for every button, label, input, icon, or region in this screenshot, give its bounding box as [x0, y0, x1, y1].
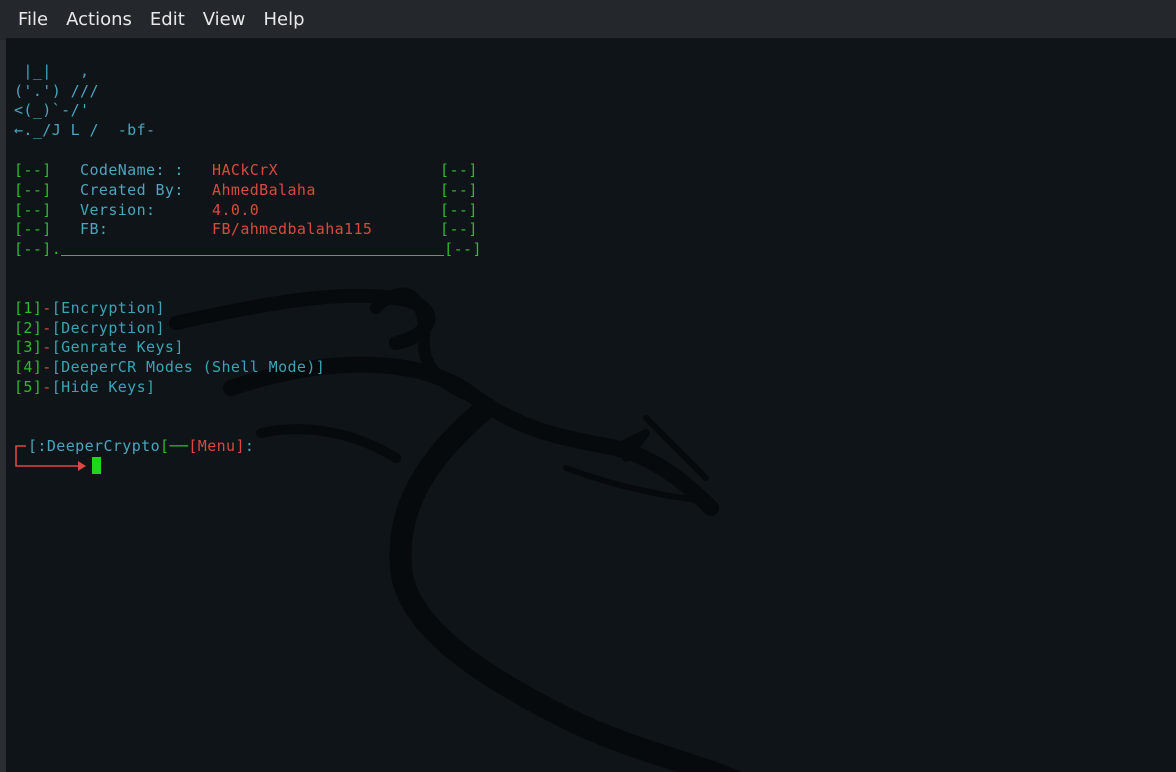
info-row: [--] CodeName: : HACkCrX [--] — [14, 161, 478, 179]
info-value: FB/ahmedbalaha115 — [212, 220, 373, 238]
menu-option-3: [3]-[Genrate Keys] — [14, 338, 184, 356]
ascii-art-line: <(_)`-/' — [14, 101, 90, 119]
menu-file[interactable]: File — [0, 0, 57, 40]
info-row-divider: [--]. [--] — [14, 240, 482, 258]
info-row: [--] Created By: AhmedBalaha [--] — [14, 181, 478, 199]
terminal[interactable]: |_| , ('.') /// <(_)`-/' ←._/J L / -bf- … — [6, 38, 1176, 772]
menu-option-5: [5]-[Hide Keys] — [14, 378, 156, 396]
ascii-art-line: ←._/J L / -bf- — [14, 121, 156, 139]
terminal-cursor[interactable] — [92, 457, 101, 474]
info-row: [--] FB: FB/ahmedbalaha115 [--] — [14, 220, 478, 238]
prompt-menu: [Menu] — [188, 437, 245, 455]
ascii-art-line: |_| , — [14, 62, 90, 80]
divider-line — [61, 254, 445, 256]
terminal-output: |_| , ('.') /// <(_)`-/' ←._/J L / -bf- … — [6, 38, 1176, 772]
ascii-art-line: ('.') /// — [14, 82, 99, 100]
info-label: FB: — [80, 220, 109, 238]
menu-actions[interactable]: Actions — [57, 0, 141, 40]
menu-edit[interactable]: Edit — [141, 0, 194, 40]
info-value: AhmedBalaha — [212, 181, 316, 199]
info-value: 4.0.0 — [212, 201, 260, 219]
menu-option-2: [2]-[Decryption] — [14, 319, 165, 337]
menu-option-4: [4]-[DeeperCR Modes (Shell Mode)] — [14, 358, 326, 376]
info-value: HACkCrX — [212, 161, 279, 179]
info-label: Version: — [80, 201, 156, 219]
menu-view[interactable]: View — [194, 0, 255, 40]
menu-bar: File Actions Edit View Help — [0, 0, 1176, 40]
menu-option-1: [1]-[Encryption] — [14, 299, 165, 317]
menu-help[interactable]: Help — [254, 0, 313, 40]
info-label: CodeName: : — [80, 161, 184, 179]
info-row: [--] Version: 4.0.0 [--] — [14, 201, 478, 219]
prompt-arrow-icon — [15, 445, 86, 471]
info-label: Created By: — [80, 181, 184, 199]
